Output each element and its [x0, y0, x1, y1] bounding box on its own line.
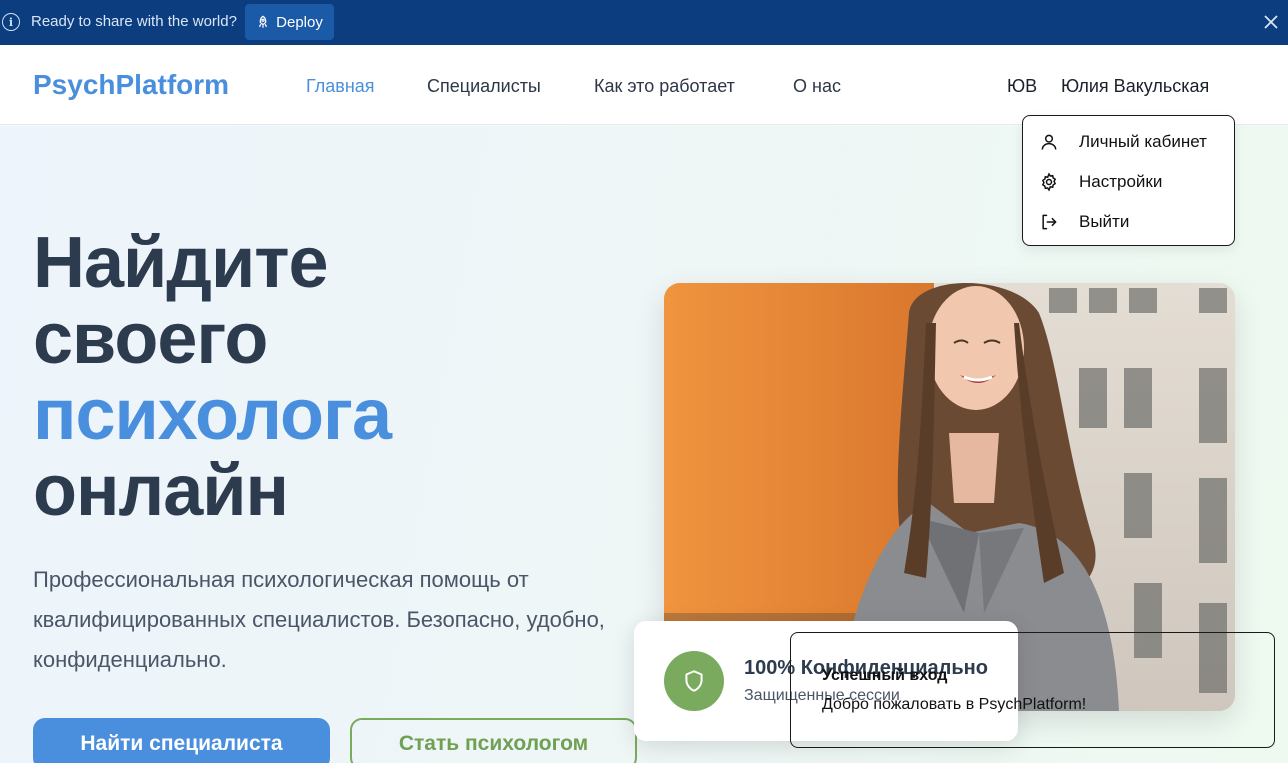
site-logo[interactable]: PsychPlatform — [33, 69, 229, 101]
user-menu-trigger[interactable]: Юлия Вакульская — [1061, 76, 1209, 97]
main-navigation: PsychPlatform Главная Специалисты Как эт… — [0, 45, 1288, 125]
shield-icon-badge — [664, 651, 724, 711]
hero-title-line-2: своего — [33, 299, 268, 379]
hero-description: Профессиональная психологическая помощь … — [33, 567, 605, 672]
info-icon: i — [2, 13, 20, 31]
hero-title-line-1: Найдите — [33, 223, 329, 303]
deploy-button[interactable]: Deploy — [245, 4, 334, 40]
nav-link-home[interactable]: Главная — [306, 76, 375, 97]
deploy-banner: i Ready to share with the world? Deploy — [0, 0, 1288, 45]
login-toast[interactable]: Успешный вход Добро пожаловать в PsychPl… — [790, 632, 1275, 748]
hero-title: Найдите своего психолога онлайн — [33, 223, 392, 531]
hero-title-accent: психолога — [33, 375, 392, 455]
menu-item-logout[interactable]: Выйти — [1039, 208, 1229, 236]
gear-icon — [1041, 172, 1057, 192]
menu-item-profile[interactable]: Личный кабинет — [1039, 128, 1229, 156]
shield-icon — [685, 670, 703, 692]
menu-item-settings[interactable]: Настройки — [1039, 168, 1229, 196]
user-avatar-initials[interactable]: ЮВ — [1007, 76, 1037, 97]
menu-item-profile-label: Личный кабинет — [1079, 132, 1207, 151]
menu-item-logout-label: Выйти — [1079, 212, 1130, 231]
nav-link-about[interactable]: О нас — [793, 76, 841, 97]
find-specialist-button[interactable]: Найти специалиста — [33, 718, 330, 763]
hero-title-line-4: онлайн — [33, 451, 289, 531]
nav-link-how-it-works[interactable]: Как это работает — [594, 76, 735, 97]
become-psychologist-button[interactable]: Стать психологом — [350, 718, 637, 763]
logout-icon — [1042, 214, 1057, 230]
user-dropdown-menu: Личный кабинет Настройки Выйти — [1022, 115, 1235, 246]
user-icon — [1041, 134, 1057, 150]
deploy-label: Deploy — [276, 13, 323, 31]
menu-item-settings-label: Настройки — [1079, 172, 1163, 191]
rocket-icon — [259, 15, 268, 28]
toast-title: Успешный вход — [822, 667, 948, 684]
close-icon[interactable] — [1262, 13, 1280, 31]
banner-message: Ready to share with the world? — [31, 13, 237, 30]
toast-message: Добро пожаловать в PsychPlatform! — [822, 696, 1087, 713]
nav-link-specialists[interactable]: Специалисты — [427, 76, 541, 97]
